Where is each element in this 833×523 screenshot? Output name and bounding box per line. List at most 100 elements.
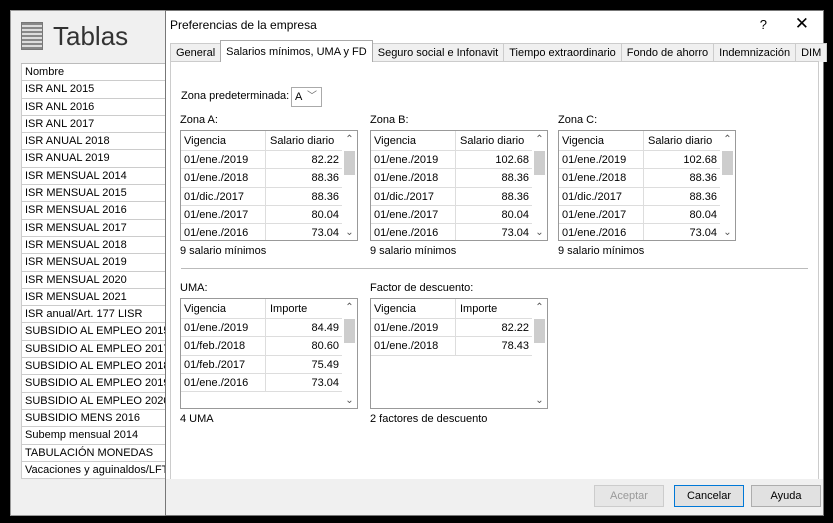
column-header[interactable]: Vigencia bbox=[371, 131, 456, 151]
tab-3[interactable]: Tiempo extraordinario bbox=[503, 43, 622, 62]
close-icon[interactable]: ✕ bbox=[795, 14, 809, 34]
help-button[interactable]: Ayuda bbox=[751, 485, 821, 507]
list-item[interactable]: SUBSIDIO AL EMPLEO 2018 bbox=[21, 358, 169, 376]
table-row[interactable]: 01/ene./2019 84.49 bbox=[181, 319, 357, 338]
column-header[interactable]: Importe bbox=[266, 299, 342, 319]
tab-4[interactable]: Fondo de ahorro bbox=[620, 43, 715, 62]
list-item[interactable]: ISR anual/Art. 177 LISR bbox=[21, 306, 169, 324]
list-item[interactable]: ISR ANL 2015 bbox=[21, 81, 169, 99]
tab-1[interactable]: Salarios mínimos, UMA y FD bbox=[220, 40, 373, 62]
chevron-down-icon[interactable]: ⌄ bbox=[342, 227, 357, 238]
cell-vigencia: 01/dic./2017 bbox=[181, 187, 266, 206]
list-item[interactable]: ISR MENSUAL 2021 bbox=[21, 288, 169, 307]
list-item[interactable]: ISR MENSUAL 2014 bbox=[21, 167, 169, 186]
chevron-up-icon[interactable]: ⌃ bbox=[342, 302, 357, 313]
list-item[interactable]: ISR MENSUAL 2015 bbox=[21, 185, 169, 203]
table-row[interactable]: 01/ene./2018 88.36 bbox=[371, 169, 547, 188]
cell-value: 80.04 bbox=[456, 206, 532, 225]
zona-b-grid[interactable]: Vigencia Salario diario 01/ene./2019 102.68… bbox=[370, 130, 548, 241]
list-item[interactable]: ISR MENSUAL 2018 bbox=[21, 236, 169, 255]
list-item[interactable]: ISR MENSUAL 2019 bbox=[21, 254, 169, 272]
chevron-up-icon[interactable]: ⌃ bbox=[532, 302, 547, 313]
table-row[interactable]: 01/ene./2017 80.04 bbox=[371, 205, 547, 225]
list-item[interactable]: Subemp mensual 2014 bbox=[21, 427, 169, 445]
list-item[interactable]: ISR ANUAL 2018 bbox=[21, 133, 169, 151]
list-item[interactable]: SUBSIDIO AL EMPLEO 2017 bbox=[21, 340, 169, 359]
help-icon[interactable]: ? bbox=[760, 17, 767, 32]
table-row[interactable]: 01/ene./2018 88.36 bbox=[559, 169, 735, 188]
list-item[interactable]: Vacaciones y aguinaldos/LFT bbox=[21, 461, 169, 480]
chevron-up-icon[interactable]: ⌃ bbox=[532, 134, 547, 145]
list-item[interactable]: ISR MENSUAL 2016 bbox=[21, 202, 169, 220]
scroll-thumb[interactable] bbox=[344, 151, 355, 175]
scrollbar[interactable]: ⌃ ⌄ bbox=[342, 131, 357, 240]
scroll-thumb[interactable] bbox=[722, 151, 733, 175]
panel-title: Tablas bbox=[53, 20, 129, 51]
scrollbar[interactable]: ⌃ ⌄ bbox=[720, 131, 735, 240]
tab-2[interactable]: Seguro social e Infonavit bbox=[371, 43, 505, 62]
list-item[interactable]: SUBSIDIO MENS 2016 bbox=[21, 409, 169, 428]
scroll-thumb[interactable] bbox=[344, 319, 355, 343]
table-row[interactable]: 01/feb./2017 75.49 bbox=[181, 355, 357, 374]
table-row[interactable]: 01/ene./2017 80.04 bbox=[559, 205, 735, 225]
chevron-down-icon[interactable]: ⌄ bbox=[342, 395, 357, 406]
table-row[interactable]: 01/ene./2018 78.43 bbox=[371, 337, 547, 356]
table-row[interactable]: 01/ene./2016 73.04 bbox=[559, 224, 735, 240]
column-header[interactable]: Vigencia bbox=[371, 299, 456, 319]
table-row[interactable]: 01/ene./2019 82.22 bbox=[371, 319, 547, 338]
column-header[interactable]: Vigencia bbox=[181, 299, 266, 319]
list-item[interactable]: ISR ANUAL 2019 bbox=[21, 150, 169, 168]
chevron-down-icon[interactable]: ⌄ bbox=[532, 395, 547, 406]
list-item[interactable]: SUBSIDIO AL EMPLEO 2019 bbox=[21, 375, 169, 393]
table-row[interactable]: 01/ene./2019 82.22 bbox=[181, 151, 357, 170]
table-row[interactable]: 01/dic./2017 88.36 bbox=[371, 187, 547, 206]
scrollbar[interactable]: ⌃ ⌄ bbox=[532, 131, 547, 240]
table-row[interactable]: 01/ene./2017 80.04 bbox=[181, 205, 357, 225]
chevron-down-icon: ﹀ bbox=[307, 91, 317, 102]
table-row[interactable]: 01/dic./2017 88.36 bbox=[559, 187, 735, 206]
factor-descuento-grid[interactable]: Vigencia Importe 01/ene./2019 82.22 01/ene./… bbox=[370, 298, 548, 409]
list-item[interactable]: ISR ANL 2017 bbox=[21, 115, 169, 134]
list-item[interactable]: SUBSIDIO AL EMPLEO 2015 bbox=[21, 323, 169, 341]
column-header[interactable]: Vigencia bbox=[559, 131, 644, 151]
table-row[interactable]: 01/ene./2019 102.68 bbox=[559, 151, 735, 170]
cancel-button[interactable]: Cancelar bbox=[674, 485, 744, 507]
tab-6[interactable]: DIM bbox=[795, 43, 828, 62]
chevron-down-icon[interactable]: ⌄ bbox=[720, 227, 735, 238]
table-row[interactable]: 01/dic./2017 88.36 bbox=[181, 187, 357, 206]
column-header-nombre[interactable]: Nombre bbox=[21, 64, 169, 82]
list-item[interactable]: SUBSIDIO AL EMPLEO 2020 bbox=[21, 392, 169, 410]
chevron-down-icon[interactable]: ⌄ bbox=[532, 227, 547, 238]
table-row[interactable]: 01/ene./2016 73.04 bbox=[181, 373, 357, 393]
column-header[interactable]: Vigencia bbox=[181, 131, 266, 151]
tab-0[interactable]: General bbox=[170, 43, 222, 62]
table-row[interactable]: 01/ene./2016 73.04 bbox=[181, 224, 357, 240]
list-item[interactable]: ISR ANL 2016 bbox=[21, 98, 169, 116]
chevron-up-icon[interactable]: ⌃ bbox=[342, 134, 357, 145]
table-row[interactable]: 01/ene./2018 88.36 bbox=[181, 169, 357, 188]
tab-5[interactable]: Indemnización bbox=[713, 43, 797, 62]
column-header[interactable]: Salario diario bbox=[456, 131, 532, 151]
scrollbar[interactable]: ⌃ ⌄ bbox=[342, 299, 357, 408]
chevron-up-icon[interactable]: ⌃ bbox=[720, 134, 735, 145]
uma-grid[interactable]: Vigencia Importe 01/ene./2019 84.49 01/feb./… bbox=[180, 298, 358, 409]
scrollbar[interactable]: ⌃ ⌄ bbox=[532, 299, 547, 408]
column-header[interactable]: Importe bbox=[456, 299, 532, 319]
list-item[interactable]: ISR MENSUAL 2017 bbox=[21, 219, 169, 237]
zona-a-grid[interactable]: Vigencia Salario diario 01/ene./2019 82.22 0… bbox=[180, 130, 358, 241]
zona-select[interactable]: A ﹀ bbox=[291, 87, 322, 107]
accept-button[interactable]: Aceptar bbox=[594, 485, 664, 507]
column-header[interactable]: Salario diario bbox=[644, 131, 720, 151]
table-row[interactable]: 01/ene./2019 102.68 bbox=[371, 151, 547, 170]
factor-descuento-count: 2 factores de descuento bbox=[370, 413, 488, 425]
scroll-thumb[interactable] bbox=[534, 151, 545, 175]
cell-vigencia: 01/ene./2018 bbox=[371, 169, 456, 188]
column-header[interactable]: Salario diario bbox=[266, 131, 342, 151]
zona-c-grid[interactable]: Vigencia Salario diario 01/ene./2019 102.68… bbox=[558, 130, 736, 241]
scroll-thumb[interactable] bbox=[534, 319, 545, 343]
table-row[interactable]: 01/ene./2016 73.04 bbox=[371, 224, 547, 240]
tab-panel: Zona predeterminada: A ﹀ Zona A: Vigencia S… bbox=[170, 61, 819, 481]
list-item[interactable]: TABULACIÓN MONEDAS bbox=[21, 444, 169, 462]
table-row[interactable]: 01/feb./2018 80.60 bbox=[181, 337, 357, 356]
list-item[interactable]: ISR MENSUAL 2020 bbox=[21, 271, 169, 289]
